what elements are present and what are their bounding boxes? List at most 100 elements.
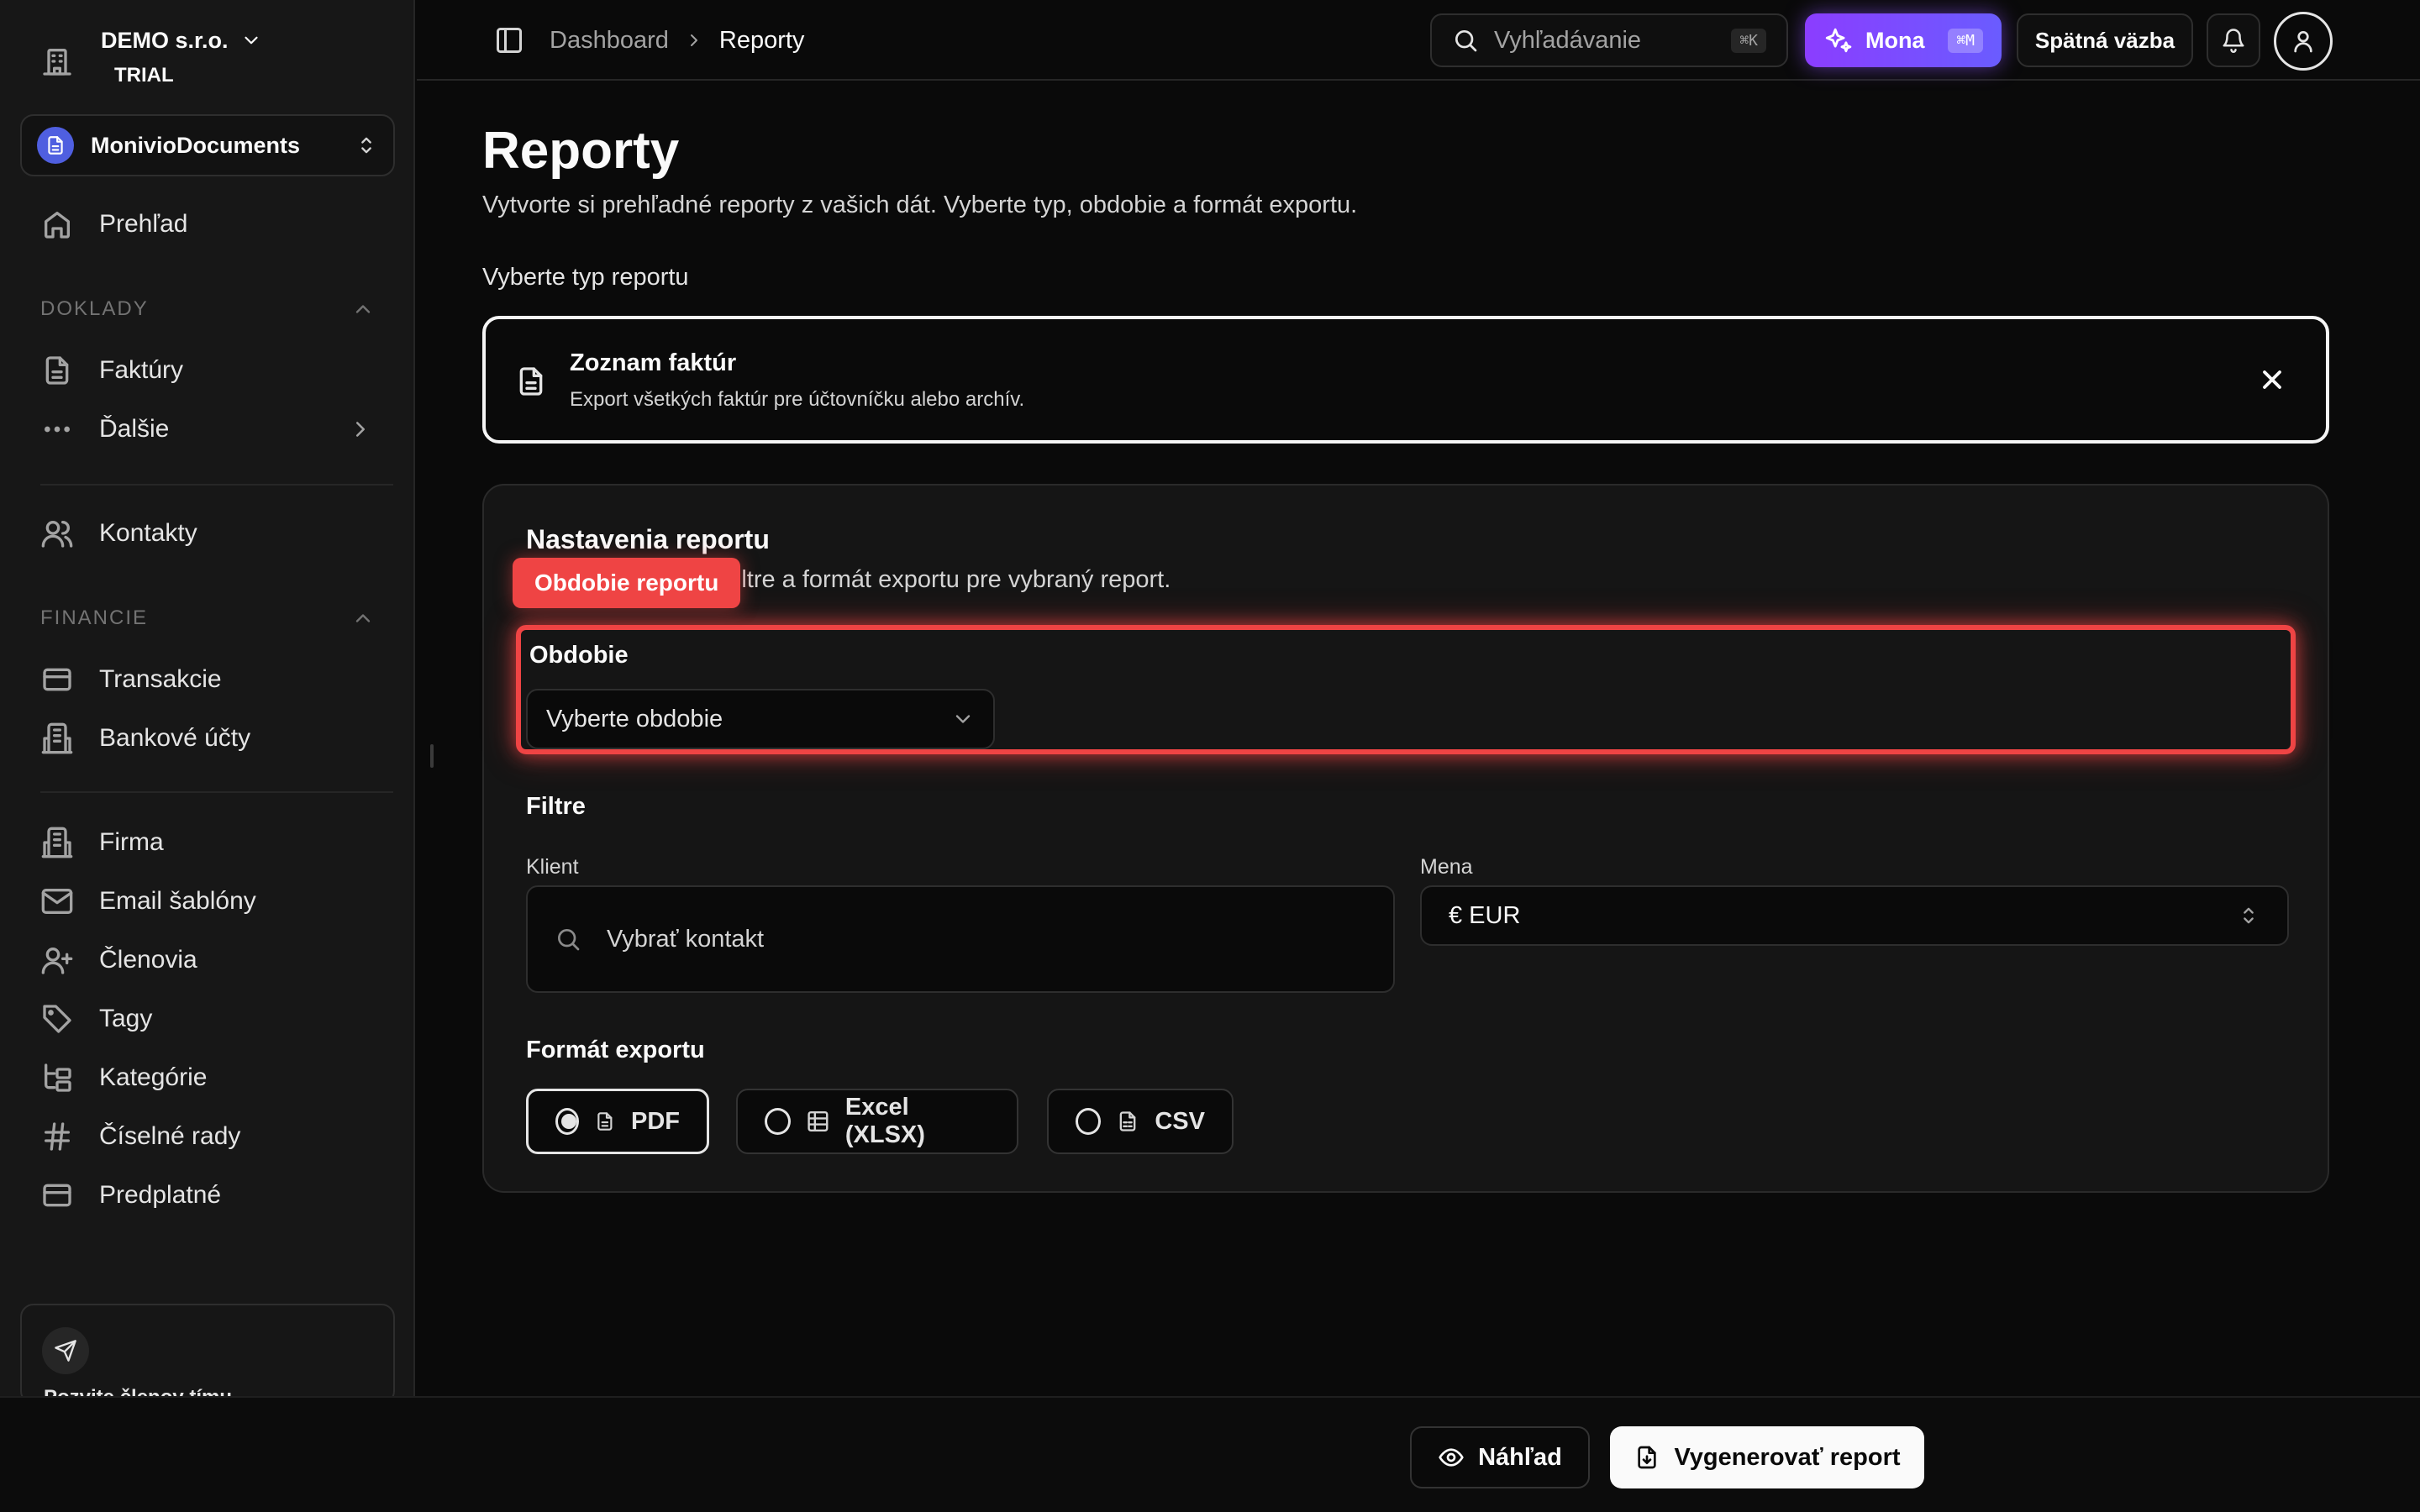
sidebar-item-contacts[interactable]: Kontakty [40, 512, 197, 554]
sidebar: DEMO s.r.o. TRIAL MonivioDocuments Prehľ… [0, 0, 415, 1512]
client-search-field[interactable]: Vybrať kontakt [526, 885, 1395, 993]
filters-label: Filtre [526, 793, 586, 820]
file-text-icon [514, 365, 548, 398]
search-input[interactable]: Vyhľadávanie ⌘K [1430, 13, 1788, 67]
format-option-csv[interactable]: CSV [1047, 1089, 1234, 1154]
users-icon [40, 517, 74, 550]
user-menu-button[interactable] [2274, 12, 2333, 71]
table-icon [808, 1110, 829, 1132]
sidebar-item-label: Číselné rady [99, 1122, 241, 1150]
format-label-pdf: PDF [631, 1107, 680, 1135]
eye-icon [1439, 1448, 1464, 1467]
generate-label: Vygenerovať report [1674, 1443, 1901, 1471]
breadcrumb-current: Reporty [718, 26, 805, 54]
feedback-button[interactable]: Spätná väzba [2017, 13, 2193, 67]
chevron-right-icon [690, 34, 697, 46]
currency-value: € EUR [1449, 901, 1521, 929]
radio-selected [555, 1108, 580, 1135]
section-label: DOKLADY [40, 297, 149, 320]
preview-label: Náhľad [1478, 1443, 1562, 1471]
hash-icon [40, 1120, 74, 1153]
chevron-up-icon [355, 305, 371, 313]
format-label-excel: Excel (XLSX) [844, 1094, 925, 1148]
sidebar-item-label: Členovia [99, 946, 197, 974]
report-type-title: Zoznam faktúr [570, 349, 737, 376]
invite-members-card[interactable]: Pozvite členov tímu [20, 1304, 395, 1404]
sidebar-item-tags[interactable]: Tagy [40, 998, 152, 1040]
generate-report-button[interactable]: Vygenerovať report [1610, 1426, 1924, 1488]
sidebar-item-company[interactable]: Firma [40, 822, 164, 864]
report-type-card[interactable]: Zoznam faktúr Export všetkých faktúr pre… [482, 316, 2329, 444]
sidebar-item-overview[interactable]: Prehľad [40, 203, 187, 245]
top-bar: Dashboard Reporty Vyhľadávanie ⌘K Mona ⌘… [417, 0, 2420, 81]
sidebar-item-transactions[interactable]: Transakcie [40, 659, 222, 701]
period-placeholder: Vyberte obdobie [546, 705, 723, 732]
format-option-excel[interactable]: Excel (XLSX) [736, 1089, 1018, 1154]
action-footer: Náhľad Vygenerovať report [0, 1396, 2420, 1512]
sparkles-icon [1825, 28, 1852, 53]
bell-icon [2223, 29, 2244, 53]
report-settings-panel: Nastavenia reportu Nastavte obdobie, fil… [482, 484, 2329, 1193]
highlight-tag: Obdobie reportu [513, 558, 741, 608]
more-horizontal-icon [40, 412, 74, 446]
sidebar-item-email-templates[interactable]: Email šablóny [40, 880, 256, 922]
currency-select[interactable]: € EUR [1420, 885, 2289, 946]
format-label: Formát exportu [526, 1037, 705, 1063]
chevron-up-down-icon [361, 137, 371, 154]
chevron-up-icon [355, 614, 371, 622]
search-placeholder: Vyhľadávanie [1494, 26, 1642, 54]
file-text-icon [40, 354, 74, 387]
send-icon [42, 1327, 89, 1374]
sidebar-item-label: Tagy [99, 1005, 153, 1032]
document-icon [37, 127, 74, 164]
file-download-icon [1638, 1446, 1657, 1469]
credit-card-icon [40, 663, 74, 696]
nav-section-documents[interactable]: DOKLADY [40, 297, 375, 321]
user-icon [2294, 31, 2312, 53]
period-label: Obdobie [529, 642, 629, 669]
format-option-pdf[interactable]: PDF [526, 1089, 709, 1154]
mona-label: Mona [1865, 27, 1925, 53]
nav-section-finance[interactable]: FINANCIE [40, 606, 375, 630]
search-shortcut: ⌘K [1731, 28, 1766, 53]
divider [40, 484, 393, 486]
sidebar-resize-handle[interactable] [430, 744, 434, 768]
credit-card-icon [40, 1179, 74, 1212]
bank-icon [40, 722, 74, 755]
sidebar-item-invoices[interactable]: Faktúry [40, 349, 183, 391]
sidebar-item-subscription[interactable]: Predplatné [40, 1174, 221, 1216]
user-plus-icon [40, 943, 74, 977]
close-icon[interactable] [2257, 365, 2287, 395]
search-icon [1455, 30, 1477, 52]
preview-button[interactable]: Náhľad [1410, 1426, 1590, 1488]
sidebar-item-categories[interactable]: Kategórie [40, 1057, 207, 1099]
sidebar-toggle-icon[interactable] [494, 25, 524, 55]
sidebar-item-number-series[interactable]: Číselné rady [40, 1116, 240, 1158]
breadcrumb-dashboard[interactable]: Dashboard [550, 27, 669, 55]
notifications-button[interactable] [2207, 13, 2260, 67]
mona-assistant-button[interactable]: Mona ⌘M [1805, 13, 2002, 67]
sidebar-item-label: Kategórie [99, 1063, 208, 1091]
sidebar-item-label: Bankové účty [99, 724, 251, 752]
home-icon [40, 207, 74, 241]
page-title: Reporty [482, 122, 680, 180]
org-switcher[interactable]: DEMO s.r.o. TRIAL [40, 24, 262, 87]
period-select[interactable]: Vyberte obdobie [526, 689, 995, 749]
folder-tree-icon [40, 1061, 74, 1095]
search-icon [558, 929, 580, 951]
sidebar-item-members[interactable]: Členovia [40, 939, 197, 981]
sidebar-item-bank-accounts[interactable]: Bankové účty [40, 717, 250, 759]
client-label: Klient [526, 855, 579, 879]
currency-label: Mena [1420, 855, 1473, 879]
settings-title: Nastavenia reportu [526, 524, 770, 554]
sidebar-item-more[interactable]: Ďalšie [40, 408, 169, 450]
mail-icon [40, 885, 74, 918]
file-text-icon [597, 1112, 613, 1131]
sidebar-item-label: Transakcie [99, 665, 222, 693]
radio-unselected [1076, 1108, 1102, 1135]
radio-unselected [765, 1108, 792, 1135]
building-icon [40, 45, 74, 78]
client-placeholder: Vybrať kontakt [607, 925, 765, 953]
workspace-switcher[interactable]: MonivioDocuments [20, 114, 395, 176]
page-subtitle: Vytvorte si prehľadné reporty z vašich d… [482, 192, 1358, 218]
